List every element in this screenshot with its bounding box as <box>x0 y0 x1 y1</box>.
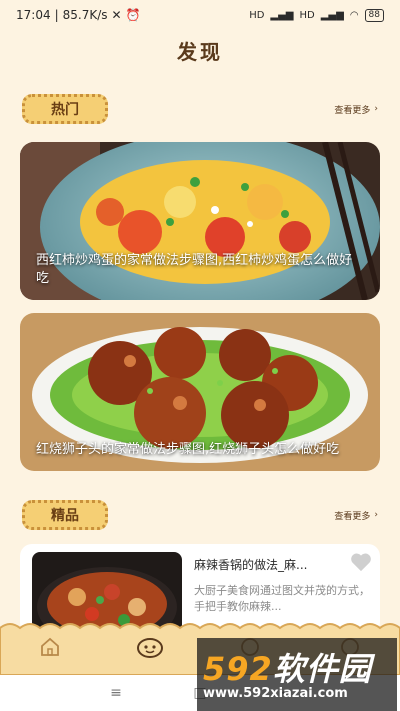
watermark-logo-number: 592 <box>203 650 273 688</box>
chevron-right-icon: › <box>374 510 378 520</box>
list-item-title: 麻辣香锅的做法_麻... <box>194 558 308 572</box>
status-time: 17:04 <box>16 8 51 22</box>
status-divider: | <box>54 8 59 22</box>
status-left: 17:04 | 85.7K/s ✕ ⏰ <box>16 8 141 22</box>
alarm-icon: ⏰ <box>125 8 141 22</box>
hot-card-caption: 西红柿炒鸡蛋的家常做法步骤图,西红柿炒鸡蛋怎么做好吃 <box>36 253 353 286</box>
hot-more-label: 查看更多 <box>334 105 371 116</box>
featured-section-badge: 精品 <box>22 500 108 530</box>
featured-section-header: 精品 查看更多 › <box>22 500 378 530</box>
hot-recipe-card[interactable]: 西红柿炒鸡蛋的家常做法步骤图,西红柿炒鸡蛋怎么做好吃 <box>20 142 380 300</box>
tab-home[interactable] <box>30 632 70 662</box>
hot-card-caption: 红烧狮子头的家常做法步骤图,红烧狮子头怎么做好吃 <box>36 442 340 457</box>
wifi-icon: ◠ <box>349 9 359 21</box>
signal-icon-2: ▂▄▆ <box>320 9 344 21</box>
hot-section-header: 热门 查看更多 › <box>22 94 378 124</box>
watermark-logo: 592软件园 <box>203 644 372 690</box>
network-label: HD <box>249 9 265 21</box>
watermark-url: www.592xiazai.com <box>203 686 348 701</box>
hot-more-link[interactable]: 查看更多 › <box>334 103 378 116</box>
featured-more-label: 查看更多 <box>334 511 371 522</box>
hot-section-badge: 热门 <box>22 94 108 124</box>
watermark: 592软件园 www.592xiazai.com <box>197 638 397 711</box>
list-item-desc: 大厨子美食网通过图文并茂的方式，手把手教你麻辣... <box>194 584 370 613</box>
featured-more-link[interactable]: 查看更多 › <box>334 509 378 522</box>
watermark-logo-text: 软件园 <box>272 650 372 688</box>
discover-icon <box>137 638 163 658</box>
page-title: 发现 <box>177 40 223 64</box>
heart-icon[interactable] <box>350 552 372 572</box>
chevron-right-icon: › <box>374 104 378 114</box>
signal-icon: ▂▄▆ <box>270 9 294 21</box>
menu-icon[interactable]: ≡ <box>109 685 123 701</box>
no-signal-icon: ✕ <box>111 8 122 22</box>
network-label-2: HD <box>299 9 315 21</box>
status-right: HD ▂▄▆ HD ▂▄▆ ◠ 88 <box>249 8 384 22</box>
hot-recipe-card[interactable]: 红烧狮子头的家常做法步骤图,红烧狮子头怎么做好吃 <box>20 313 380 471</box>
home-icon <box>41 637 59 656</box>
tab-discover[interactable] <box>130 632 170 662</box>
status-bar: 17:04 | 85.7K/s ✕ ⏰ HD ▂▄▆ HD ▂▄▆ ◠ 88 <box>0 0 400 30</box>
status-speed: 85.7K/s <box>62 8 108 22</box>
battery-icon: 88 <box>364 8 384 22</box>
